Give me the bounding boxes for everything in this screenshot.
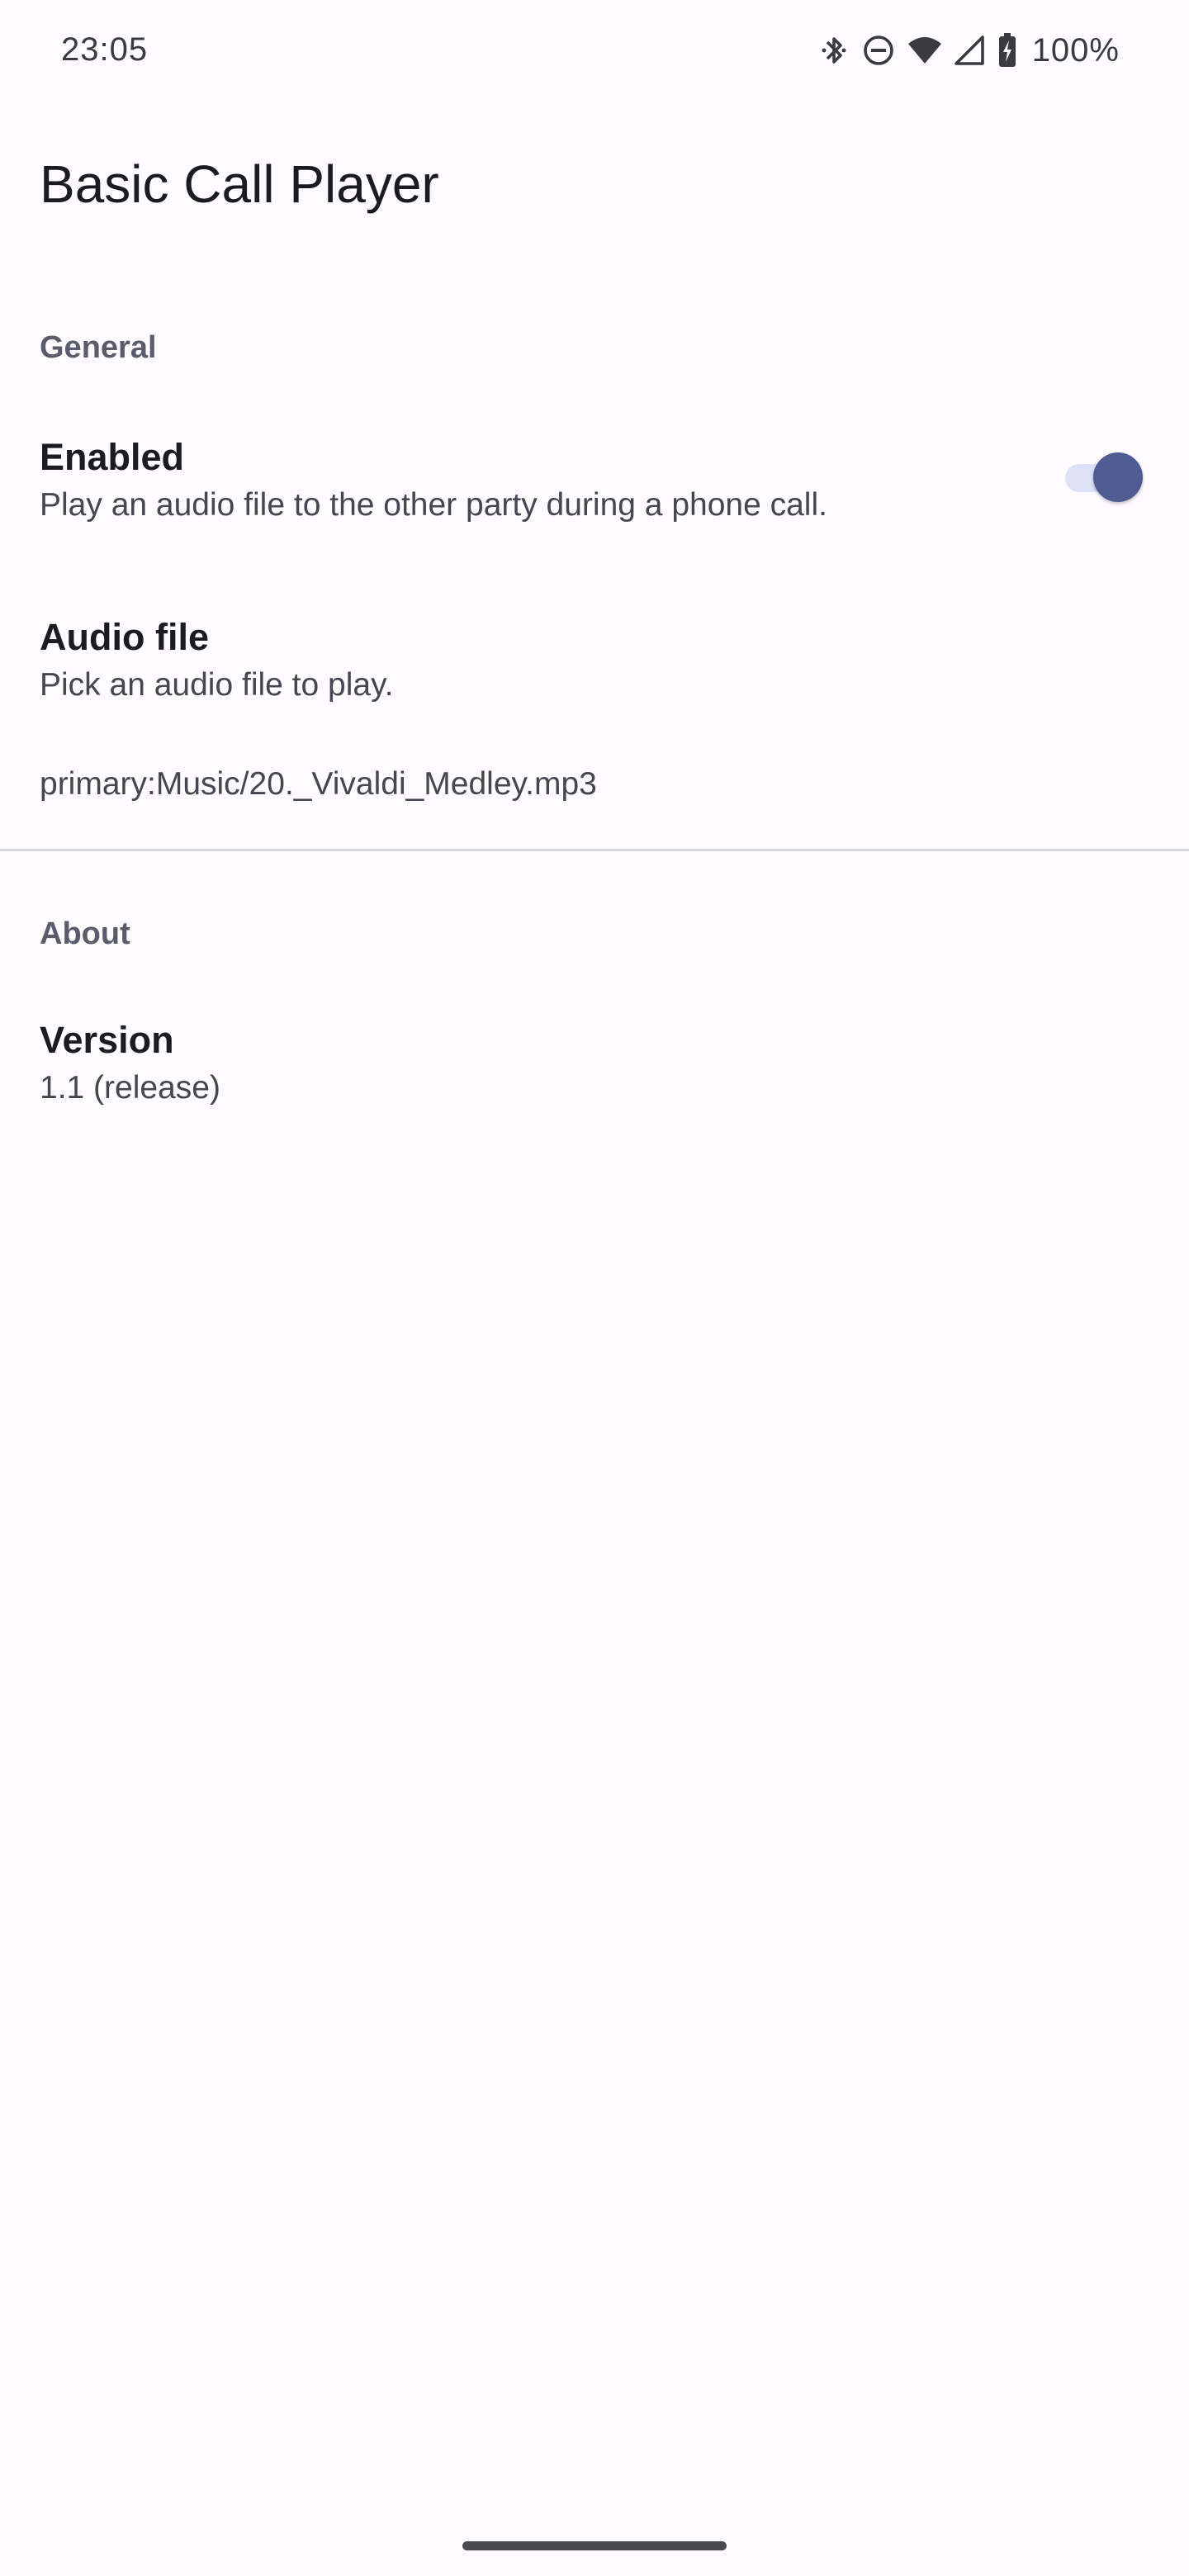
section-divider <box>0 849 1189 851</box>
pref-enabled-summary: Play an audio file to the other party du… <box>40 487 827 523</box>
pref-version-summary: 1.1 (release) <box>40 1070 220 1106</box>
status-icons: 100% <box>817 30 1120 71</box>
do-not-disturb-icon <box>862 34 895 67</box>
status-bar: 23:05 100% <box>0 0 1189 107</box>
bluetooth-icon <box>817 32 850 69</box>
pref-enabled-title: Enabled <box>40 436 185 478</box>
pref-audio-file-summary: Pick an audio file to play. <box>40 667 394 703</box>
pref-version[interactable]: Version 1.1 (release) <box>0 999 1189 1131</box>
pref-enabled[interactable]: Enabled Play an audio file to the other … <box>0 413 1189 561</box>
section-header-about: About <box>40 916 130 951</box>
battery-percentage: 100% <box>1031 31 1120 69</box>
app-title: Basic Call Player <box>40 154 439 214</box>
pref-audio-file[interactable]: Audio file Pick an audio file to play. p… <box>0 594 1189 826</box>
pref-audio-file-title: Audio file <box>40 616 209 658</box>
enabled-toggle[interactable] <box>1060 452 1143 502</box>
battery-charging-icon <box>997 32 1017 69</box>
section-header-general: General <box>40 330 157 365</box>
pref-version-title: Version <box>40 1019 174 1061</box>
cell-signal-icon <box>954 34 986 67</box>
pref-audio-file-value: primary:Music/20._Vivaldi_Medley.mp3 <box>40 766 597 802</box>
wifi-icon <box>907 34 943 67</box>
gesture-nav-handle[interactable] <box>462 2541 727 2550</box>
status-time: 23:05 <box>61 31 149 68</box>
toggle-thumb <box>1093 452 1143 502</box>
